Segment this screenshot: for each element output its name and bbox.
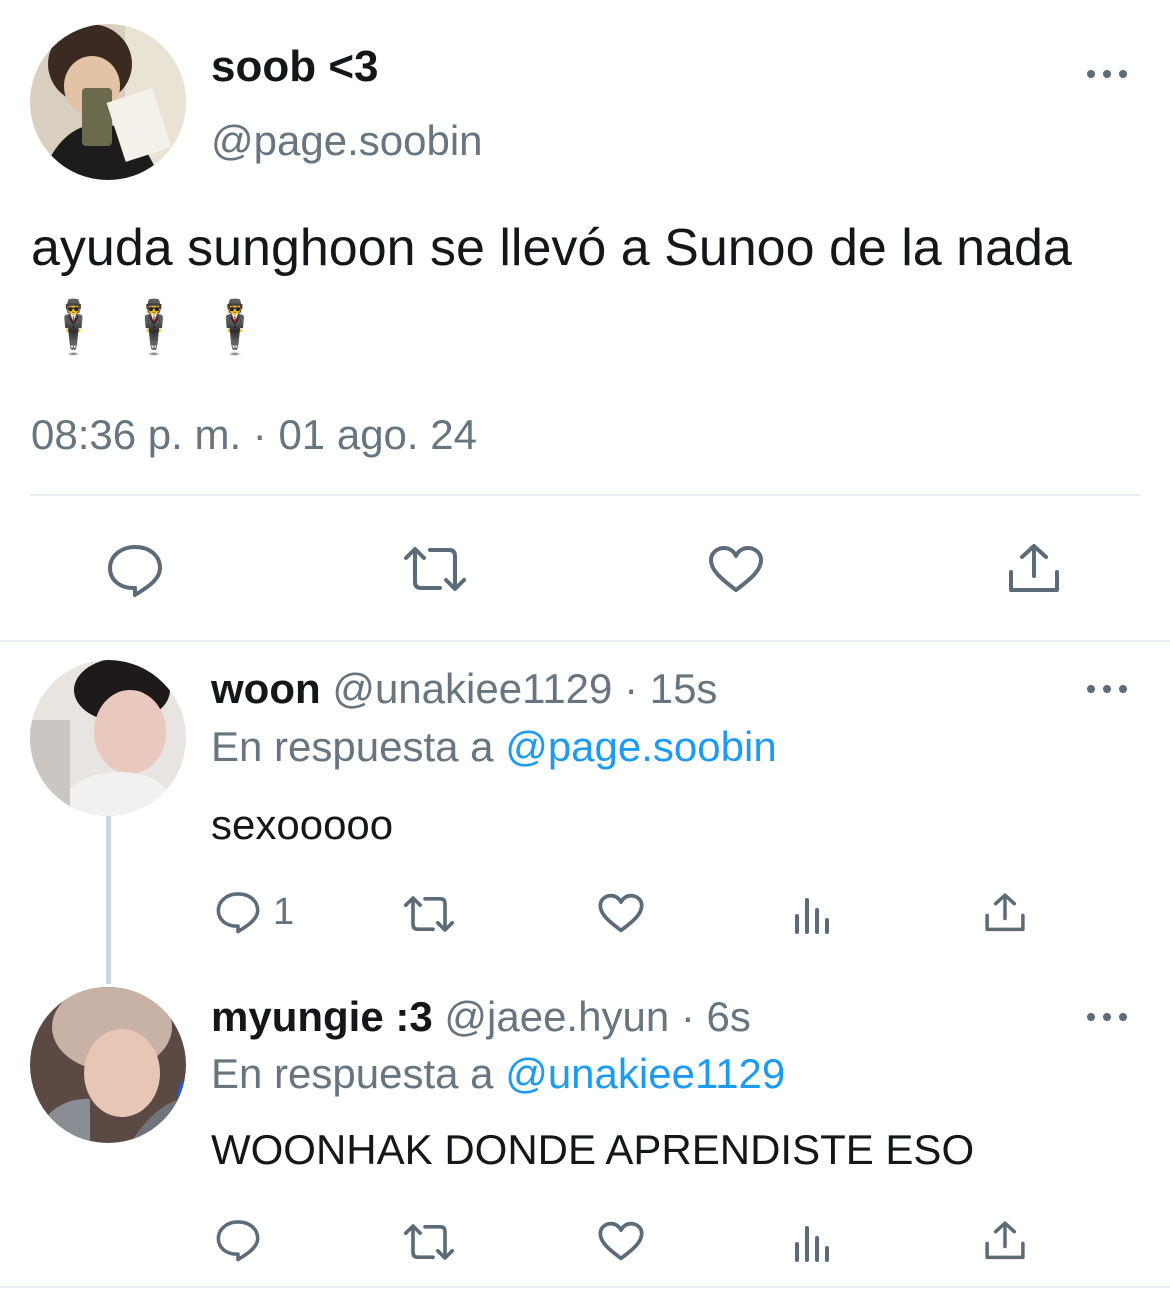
retweet-button[interactable] bbox=[402, 894, 456, 934]
share-button[interactable] bbox=[983, 892, 1027, 934]
reply-text: sexooooo bbox=[211, 801, 394, 848]
reply-header: woon @unakiee1129 · 15s bbox=[211, 664, 717, 714]
reply-time: · 6s bbox=[680, 993, 751, 1040]
display-name[interactable]: myungie :3 bbox=[211, 993, 433, 1040]
analytics-button[interactable] bbox=[793, 894, 833, 934]
retweet-button[interactable] bbox=[402, 544, 468, 594]
reply-prefix: En respuesta a bbox=[211, 723, 494, 770]
more-options-icon[interactable] bbox=[1087, 679, 1127, 699]
tweet-timestamp[interactable]: 08:36 p. m. · 01 ago. 24 bbox=[31, 410, 477, 460]
mention-link[interactable]: @unakiee1129 bbox=[505, 1050, 785, 1097]
analytics-icon bbox=[795, 1226, 829, 1262]
share-icon bbox=[985, 1221, 1025, 1260]
reply-header: myungie :3 @jaee.hyun · 6s bbox=[211, 992, 751, 1042]
reply-button[interactable] bbox=[106, 542, 164, 598]
user-handle[interactable]: @unakiee1129 bbox=[332, 665, 612, 712]
divider bbox=[0, 1286, 1170, 1288]
reply-icon bbox=[216, 892, 260, 934]
more-options-icon[interactable] bbox=[1087, 64, 1127, 84]
share-icon bbox=[1009, 544, 1059, 592]
reply-prefix: En respuesta a bbox=[211, 1050, 494, 1097]
reply-context: En respuesta a @unakiee1129 bbox=[211, 1049, 785, 1099]
like-icon bbox=[598, 1221, 644, 1261]
like-button[interactable] bbox=[597, 892, 645, 934]
share-button[interactable] bbox=[1006, 542, 1062, 596]
reply-text: WOONHAK DONDE APRENDISTE ESO bbox=[211, 1126, 975, 1173]
emoji-levitating-man: 🕴️🕴️🕴️ bbox=[41, 299, 284, 357]
like-button[interactable] bbox=[597, 1220, 645, 1262]
reply-button[interactable] bbox=[215, 1218, 261, 1262]
avatar[interactable] bbox=[30, 987, 186, 1143]
reply-context: En respuesta a @page.soobin bbox=[211, 722, 777, 772]
tweet-text: ayuda sunghoon se llevó a Sunoo de la na… bbox=[31, 208, 1151, 368]
more-options-icon[interactable] bbox=[1087, 1007, 1127, 1027]
share-icon bbox=[985, 893, 1025, 932]
reply-icon bbox=[108, 545, 162, 597]
analytics-icon bbox=[795, 898, 829, 934]
avatar[interactable] bbox=[30, 24, 186, 180]
display-name[interactable]: soob <3 bbox=[211, 42, 379, 92]
like-button[interactable] bbox=[707, 544, 765, 594]
mention-link[interactable]: @page.soobin bbox=[505, 723, 777, 770]
retweet-button[interactable] bbox=[402, 1222, 456, 1262]
reply-count: 1 bbox=[273, 891, 295, 933]
like-icon bbox=[598, 893, 644, 933]
reply-button[interactable]: 1 bbox=[215, 890, 294, 934]
user-handle[interactable]: @page.soobin bbox=[211, 116, 483, 166]
thread-line bbox=[106, 816, 111, 984]
divider bbox=[0, 640, 1170, 642]
share-button[interactable] bbox=[983, 1220, 1027, 1262]
reply-time: · 15s bbox=[624, 665, 718, 712]
retweet-icon bbox=[404, 896, 455, 932]
retweet-icon bbox=[404, 1224, 455, 1260]
reply-icon bbox=[216, 1220, 260, 1262]
divider bbox=[30, 494, 1140, 496]
analytics-button[interactable] bbox=[793, 1222, 833, 1262]
retweet-icon bbox=[404, 547, 466, 591]
display-name[interactable]: woon bbox=[211, 665, 321, 712]
tweet-body: ayuda sunghoon se llevó a Sunoo de la na… bbox=[31, 219, 1072, 277]
avatar[interactable] bbox=[30, 660, 186, 816]
user-handle[interactable]: @jaee.hyun bbox=[444, 993, 669, 1040]
like-icon bbox=[709, 546, 763, 592]
